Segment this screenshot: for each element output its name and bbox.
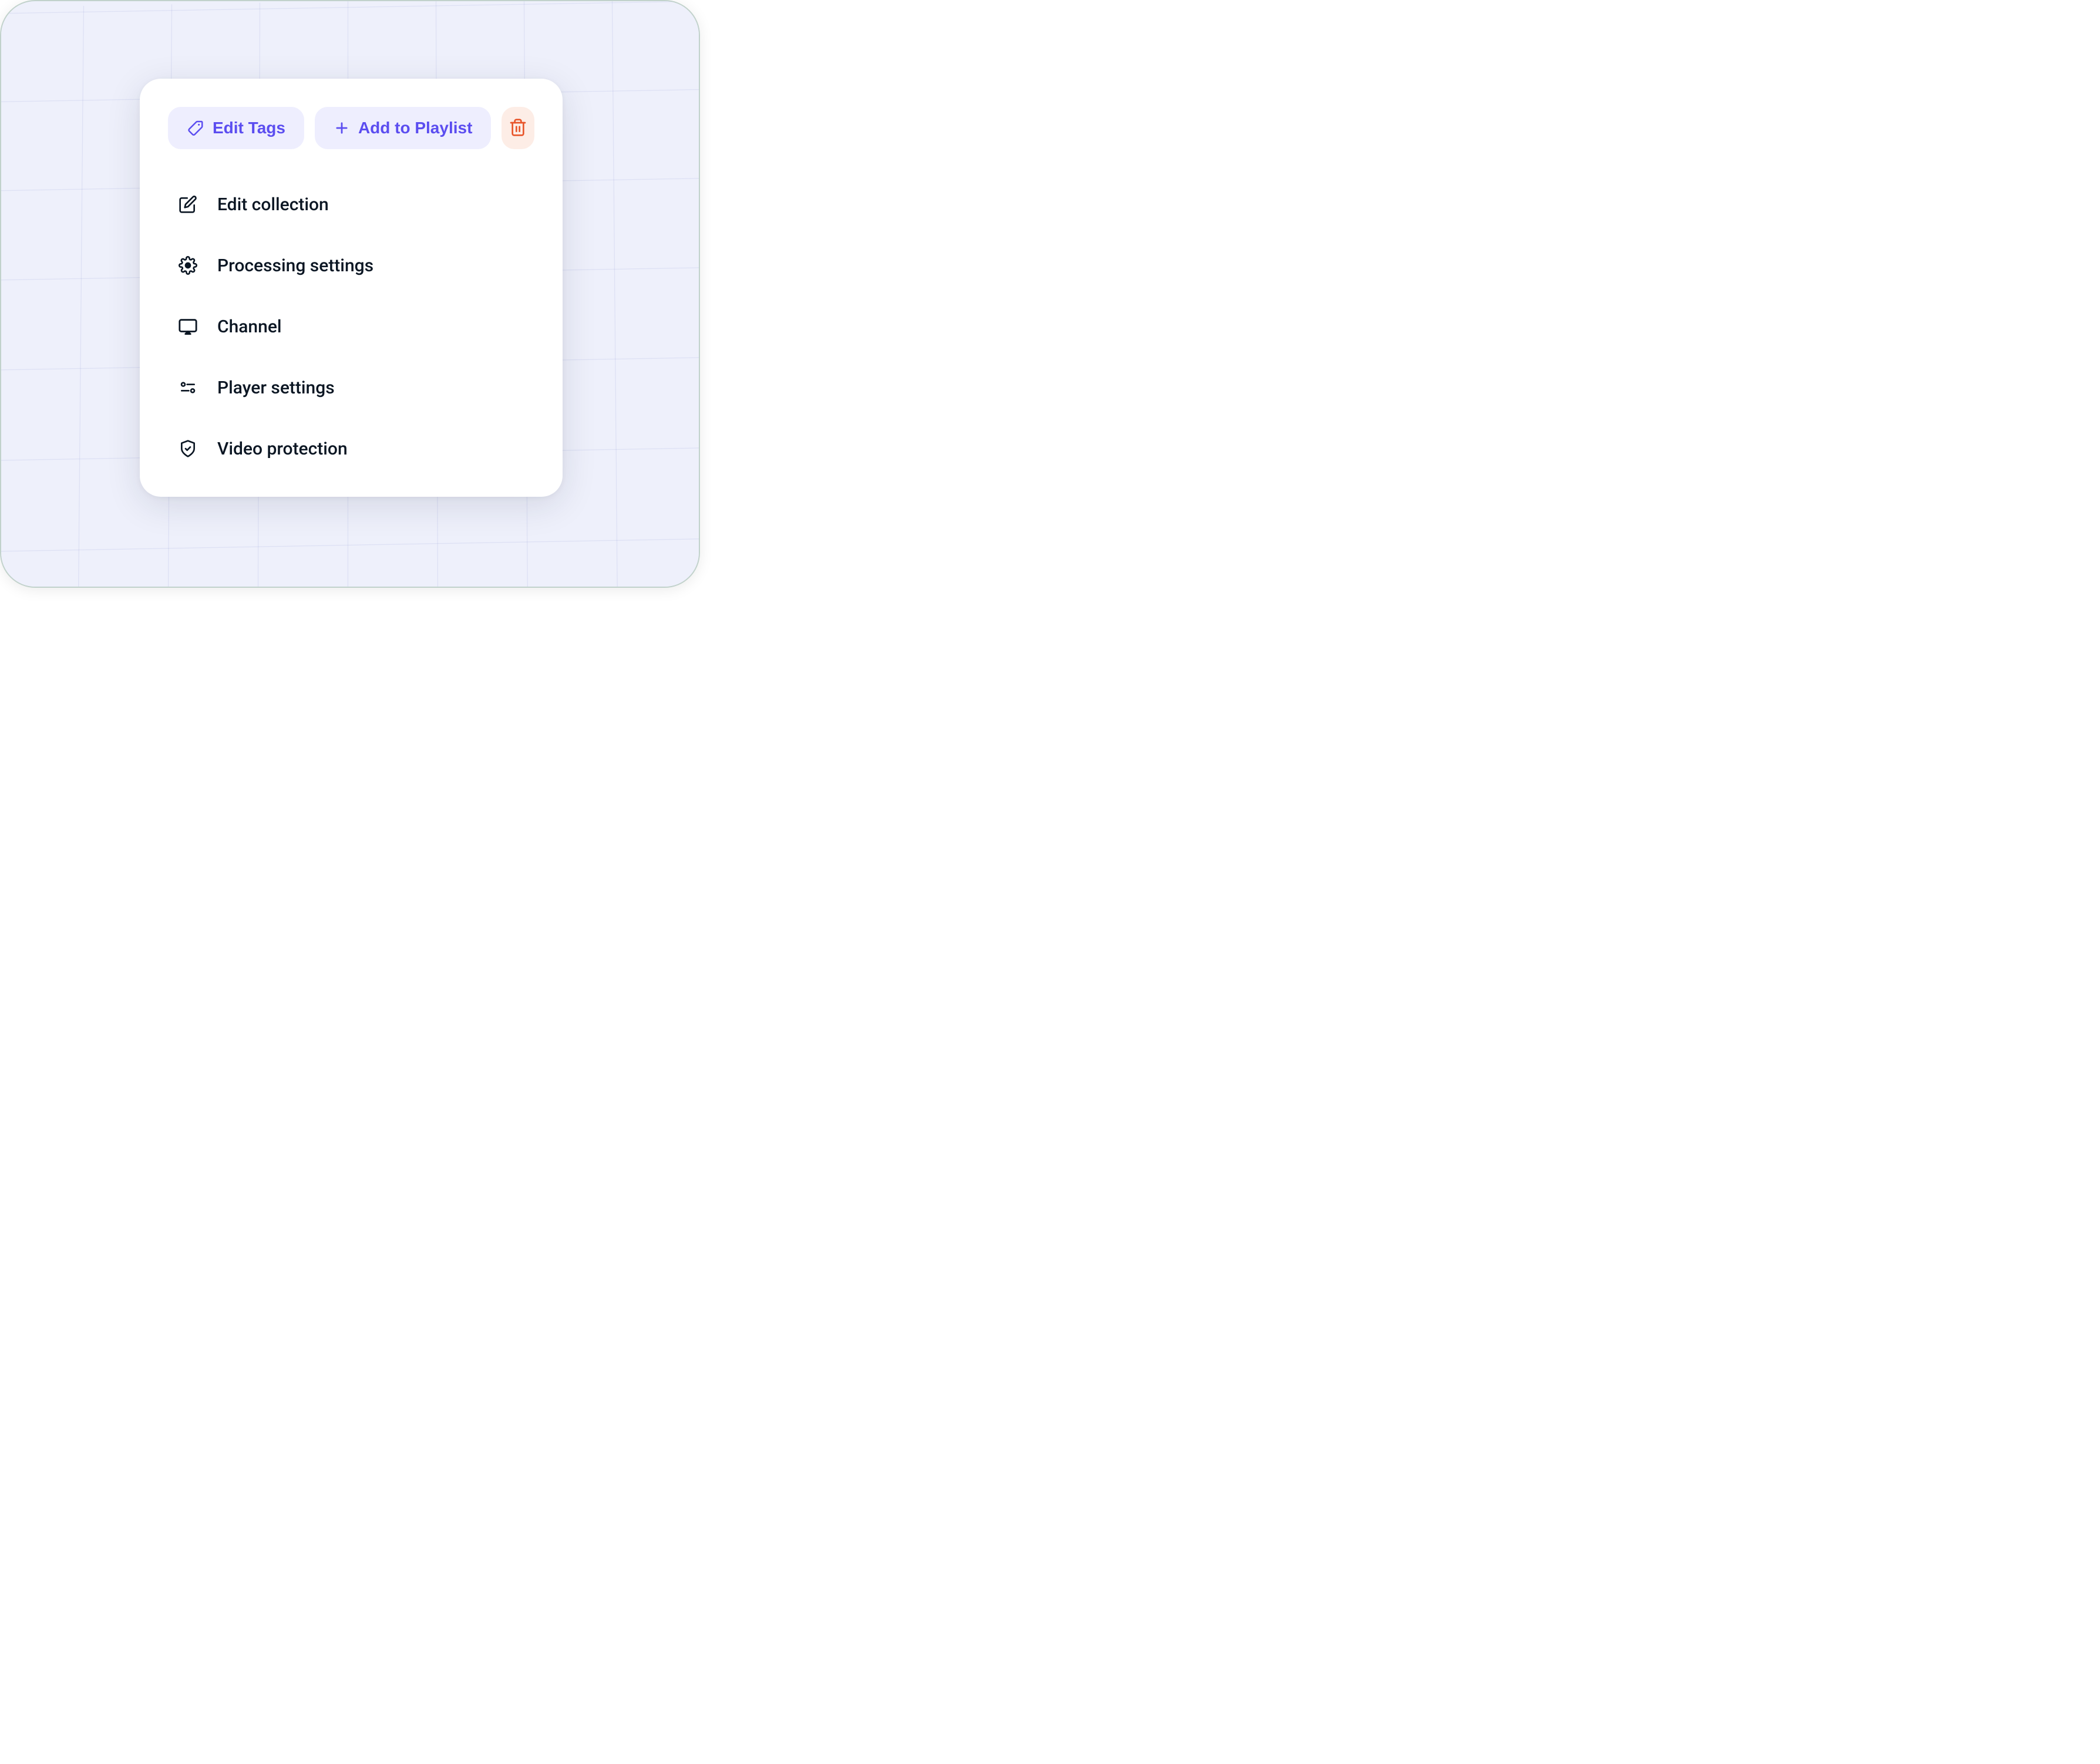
gear-icon (176, 254, 200, 277)
context-menu-card: Edit Tags Add to Playlist (140, 79, 563, 497)
edit-icon (176, 193, 200, 216)
shield-icon (176, 437, 200, 460)
trash-icon (509, 118, 527, 139)
delete-button[interactable] (502, 107, 534, 149)
menu-item-processing-settings[interactable]: Processing settings (176, 237, 534, 294)
menu-item-label: Player settings (217, 378, 335, 398)
tag-icon (187, 119, 204, 137)
menu-item-edit-collection[interactable]: Edit collection (176, 176, 534, 233)
edit-tags-label: Edit Tags (213, 119, 285, 137)
add-to-playlist-button[interactable]: Add to Playlist (315, 107, 491, 149)
menu-item-player-settings[interactable]: Player settings (176, 359, 534, 416)
sliders-icon (176, 376, 200, 399)
add-to-playlist-label: Add to Playlist (358, 119, 472, 137)
plus-icon (334, 120, 350, 136)
menu-item-label: Video protection (217, 439, 348, 459)
preview-frame: Edit Tags Add to Playlist (0, 0, 700, 588)
toolbar: Edit Tags Add to Playlist (168, 107, 534, 149)
channel-icon (176, 315, 200, 338)
menu-item-channel[interactable]: Channel (176, 298, 534, 355)
menu-item-label: Channel (217, 317, 282, 337)
edit-tags-button[interactable]: Edit Tags (168, 107, 304, 149)
menu-list: Edit collection Processing settings (168, 176, 534, 477)
menu-item-label: Edit collection (217, 194, 329, 215)
menu-item-video-protection[interactable]: Video protection (176, 420, 534, 477)
menu-item-label: Processing settings (217, 255, 373, 276)
